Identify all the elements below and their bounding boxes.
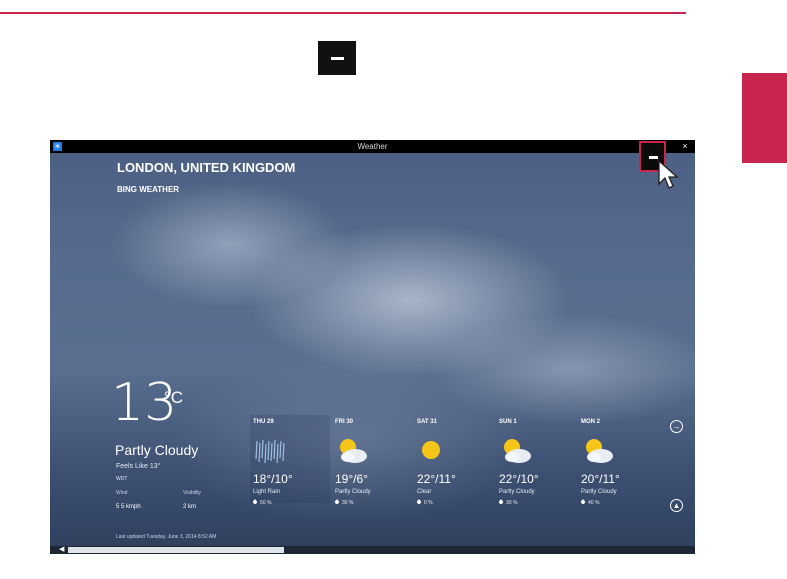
forecast-hi-lo: 22°/10°: [499, 472, 539, 486]
daily-forecast: THU 29 18°/10° Light Rain 50 % FRI 30 19…: [250, 415, 660, 506]
raindrop-icon: [498, 499, 504, 505]
top-rule: [0, 12, 686, 14]
forecast-day-name: MON 2: [581, 419, 601, 425]
wind-value: 5 5 kmph: [116, 504, 141, 510]
horizontal-scrollbar[interactable]: ◀: [50, 546, 695, 554]
forecast-desc: Partly Cloudy: [335, 489, 371, 495]
location-title: LONDON, UNITED KINGDOM: [117, 160, 296, 175]
forecast-precip: 30 %: [334, 499, 354, 506]
wind-label: Wind: [116, 490, 128, 496]
up-arrow-icon[interactable]: ▲: [670, 499, 683, 512]
close-button[interactable]: ×: [678, 140, 692, 153]
title-bar: ☀ Weather ×: [50, 140, 695, 153]
provider-label: BING WEATHER: [117, 185, 180, 194]
data-source: WDT: [116, 476, 128, 482]
last-updated: Last updated Tuesday, June 3, 2014 8:52 …: [116, 534, 217, 540]
forecast-desc: Light Rain: [253, 489, 281, 495]
rain-icon: [255, 439, 285, 464]
forecast-precip: 0 %: [416, 499, 433, 506]
forecast-precip: 40 %: [580, 499, 600, 506]
forecast-desc: Partly Cloudy: [499, 489, 535, 495]
forecast-day[interactable]: THU 29 18°/10° Light Rain 50 %: [250, 415, 330, 506]
scrollbar-thumb[interactable]: [68, 547, 284, 553]
visibility-label: Visibility: [183, 490, 201, 496]
weather-app-window: ☀ Weather × LONDON, UNITED KINGDOM BING …: [50, 140, 695, 554]
forecast-precip: 50 %: [252, 499, 272, 506]
forecast-day-name: SAT 31: [417, 419, 437, 425]
forecast-day[interactable]: FRI 30 19°/6° Partly Cloudy 30 %: [332, 415, 412, 506]
forecast-day[interactable]: MON 2 20°/11° Partly Cloudy 40 %: [578, 415, 658, 506]
precip-value: 40 %: [588, 500, 600, 506]
mouse-cursor-icon: [658, 160, 679, 189]
precip-value: 30 %: [506, 500, 518, 506]
partly-cloudy-icon: [586, 439, 613, 463]
forecast-precip: 30 %: [498, 499, 518, 506]
forecast-day-name: FRI 30: [335, 419, 354, 425]
forecast-day[interactable]: SAT 31 22°/11° Clear 0 %: [414, 415, 494, 506]
visibility-value: 2 km: [183, 504, 197, 510]
raindrop-icon: [334, 499, 340, 505]
next-days-arrow-icon[interactable]: →: [670, 420, 683, 433]
precip-value: 0 %: [424, 500, 433, 506]
raindrop-icon: [416, 499, 422, 505]
window-title: Weather: [357, 142, 388, 151]
forecast-hi-lo: 18°/10°: [253, 472, 293, 486]
raindrop-icon: [580, 499, 586, 505]
precip-value: 30 %: [342, 500, 354, 506]
feels-like: Feels Like 13°: [116, 463, 161, 470]
current-condition: Partly Cloudy: [115, 442, 199, 458]
temperature-unit: °C: [164, 388, 184, 407]
precip-value: 50 %: [260, 500, 272, 506]
forecast-day-name: THU 29: [253, 419, 274, 425]
minimize-callout-icon: [318, 41, 356, 75]
sun-icon: [422, 441, 440, 459]
forecast-day-name: SUN 1: [499, 419, 517, 425]
forecast-hi-lo: 22°/11°: [417, 472, 456, 486]
chapter-tab: [742, 73, 787, 163]
forecast-hi-lo: 20°/11°: [581, 472, 620, 486]
forecast-hi-lo: 19°/6°: [335, 472, 368, 486]
forecast-desc: Partly Cloudy: [581, 489, 617, 495]
minimize-icon: [649, 156, 658, 159]
raindrop-icon: [252, 499, 258, 505]
scroll-left-icon[interactable]: ◀: [59, 546, 67, 554]
partly-cloudy-icon: [340, 439, 367, 463]
forecast-desc: Clear: [417, 489, 432, 495]
partly-cloudy-icon: [504, 439, 531, 463]
forecast-day[interactable]: SUN 1 22°/10° Partly Cloudy 30 %: [496, 415, 576, 506]
